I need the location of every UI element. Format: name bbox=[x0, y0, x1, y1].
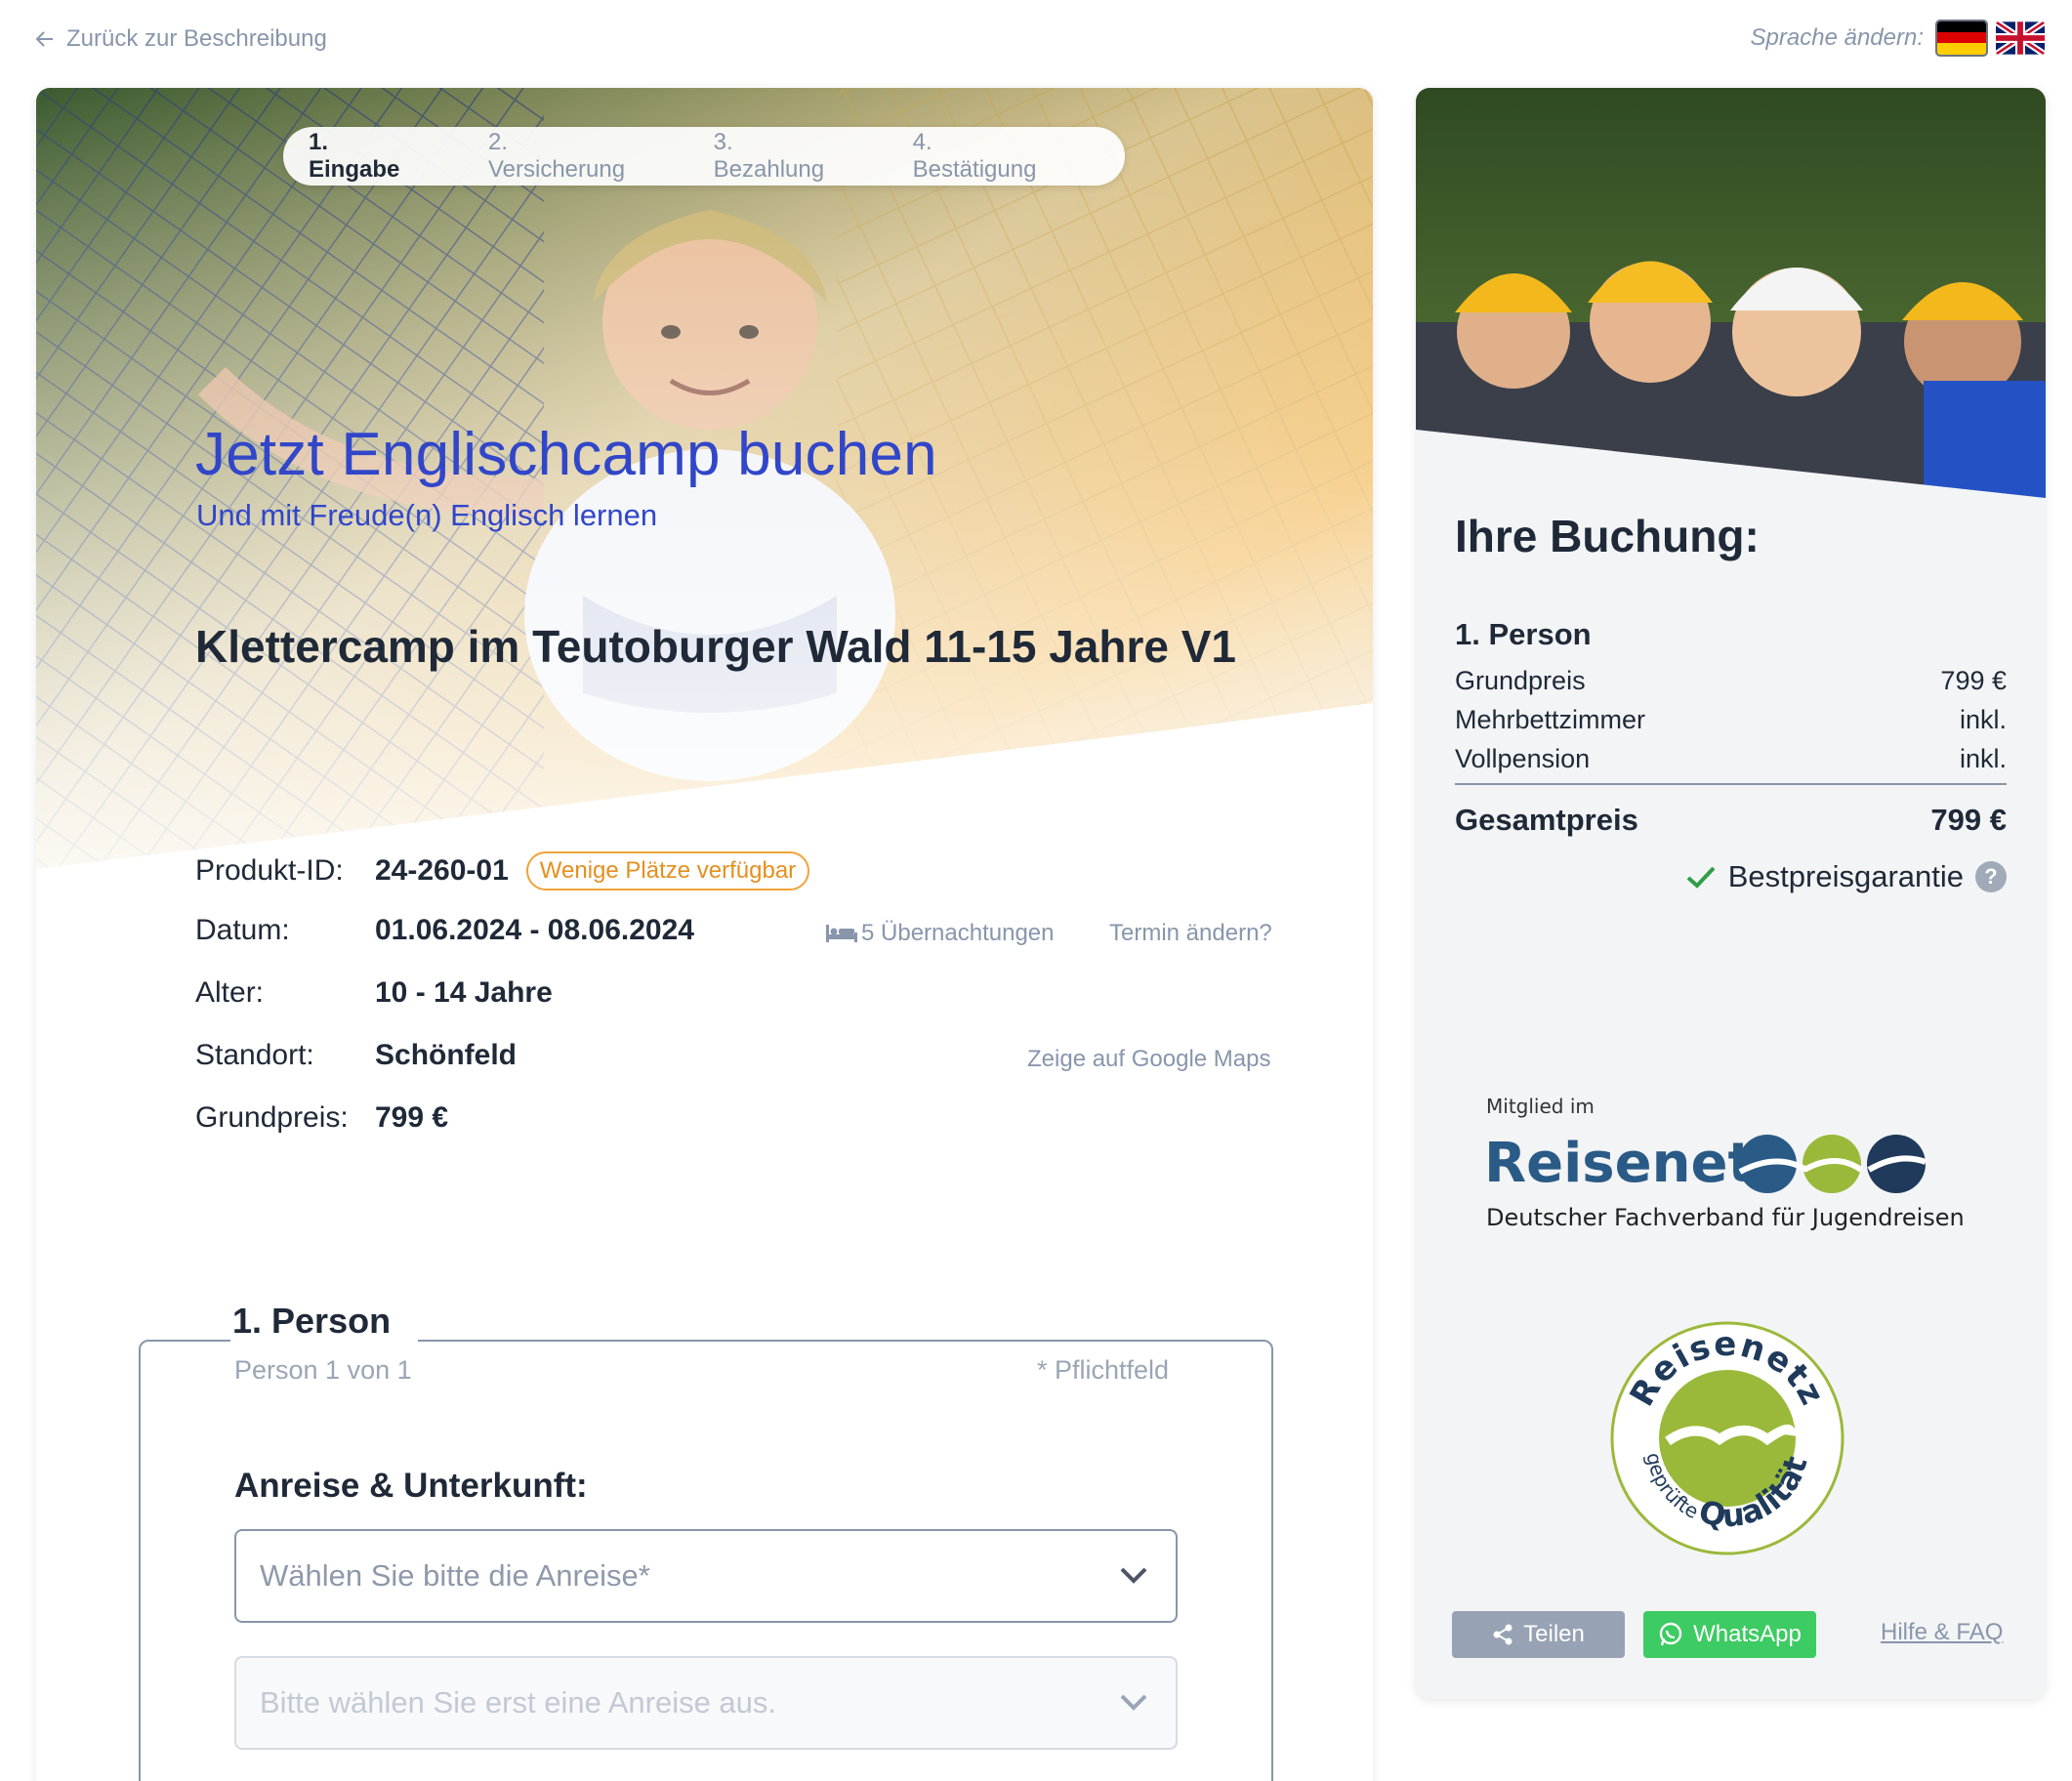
hero-title: Jetzt Englischcamp buchen bbox=[195, 421, 937, 488]
share-button-label: Teilen bbox=[1523, 1621, 1585, 1647]
google-maps-link[interactable]: Zeige auf Google Maps bbox=[1027, 1046, 1270, 1073]
summary-line: Mehrbettzimmer inkl. bbox=[1455, 705, 2007, 735]
product-id-row: Produkt-ID: 24-260-01 Wenige Plätze verf… bbox=[195, 851, 810, 890]
date-label: Datum: bbox=[195, 914, 290, 946]
required-note: * Pflichtfeld bbox=[1037, 1355, 1170, 1385]
total-value: 799 € bbox=[1930, 803, 2007, 837]
whatsapp-button[interactable]: WhatsApp bbox=[1643, 1611, 1816, 1658]
price-row: Grundpreis: 799 € bbox=[195, 1101, 448, 1135]
logo-tagline-text: Deutscher Fachverband für Jugendreisen bbox=[1486, 1204, 1965, 1231]
hero-subtitle: Und mit Freude(n) Englisch lernen bbox=[196, 498, 658, 532]
accommodation-select[interactable]: Bitte wählen Sie erst eine Anreise aus. bbox=[234, 1656, 1178, 1750]
step-input[interactable]: 1. Eingabe bbox=[309, 129, 426, 184]
summary-line-value: 799 € bbox=[1940, 666, 2007, 695]
quality-seal: Reisenetz geprüfte Qualität bbox=[1607, 1318, 1847, 1558]
share-button[interactable]: Teilen bbox=[1452, 1611, 1625, 1658]
product-id-value: 24-260-01 bbox=[375, 854, 509, 887]
booking-summary-card: Ihre Buchung: 1. Person Grundpreis 799 €… bbox=[1416, 88, 2046, 1699]
date-value: 01.06.2024 - 08.06.2024 bbox=[375, 914, 694, 946]
summary-line: Vollpension inkl. bbox=[1455, 744, 2007, 774]
person-counter: Person 1 von 1 bbox=[234, 1355, 412, 1385]
availability-badge: Wenige Plätze verfügbar bbox=[525, 851, 810, 890]
summary-line-value: inkl. bbox=[1959, 744, 2007, 773]
nights-label: 5 Übernachtungen bbox=[861, 920, 1055, 946]
guarantee-label: Bestpreisgarantie bbox=[1727, 859, 1964, 893]
location-row: Standort: Schönfeld bbox=[195, 1039, 517, 1072]
language-switcher: Sprache ändern: bbox=[1750, 20, 2045, 57]
change-date-link[interactable]: Termin ändern? bbox=[1109, 920, 1272, 947]
product-title: Klettercamp im Teutoburger Wald 11-15 Ja… bbox=[195, 621, 1236, 672]
step-insurance[interactable]: 2. Versicherung bbox=[488, 129, 651, 184]
back-link[interactable]: Zurück zur Beschreibung bbox=[33, 25, 327, 53]
arrival-select-placeholder: Wählen Sie bitte die Anreise* bbox=[260, 1558, 650, 1593]
booking-stepper: 1. Eingabe 2. Versicherung 3. Bezahlung … bbox=[283, 127, 1125, 186]
accommodation-select-placeholder: Bitte wählen Sie erst eine Anreise aus. bbox=[260, 1685, 777, 1719]
logo-small-text: Mitglied im bbox=[1486, 1095, 1595, 1118]
uk-flag-icon[interactable] bbox=[1996, 21, 2045, 55]
best-price-guarantee: Bestpreisgarantie ? bbox=[1685, 859, 2007, 894]
back-link-label: Zurück zur Beschreibung bbox=[66, 25, 327, 52]
price-value: 799 € bbox=[375, 1101, 449, 1134]
help-faq-link[interactable]: Hilfe & FAQ bbox=[1881, 1619, 2003, 1646]
chevron-down-icon bbox=[1120, 1694, 1147, 1711]
step-payment[interactable]: 3. Bezahlung bbox=[714, 129, 850, 184]
whatsapp-button-label: WhatsApp bbox=[1693, 1621, 1802, 1647]
help-circle-icon[interactable]: ? bbox=[1975, 861, 2007, 892]
step-confirmation[interactable]: 4. Bestätigung bbox=[913, 129, 1062, 184]
age-label: Alter: bbox=[195, 976, 265, 1009]
reisenetz-member-logo: Mitglied im Reisenetz Deutscher Fachverb… bbox=[1484, 1084, 1992, 1250]
chevron-down-icon bbox=[1120, 1567, 1147, 1584]
location-label: Standort: bbox=[195, 1039, 314, 1071]
summary-line: Grundpreis 799 € bbox=[1455, 666, 2007, 696]
group-photo bbox=[1416, 88, 2046, 498]
summary-line-label: Mehrbettzimmer bbox=[1455, 705, 1646, 734]
bed-icon bbox=[826, 925, 857, 942]
summary-person: 1. Person bbox=[1455, 617, 1592, 651]
summary-total: Gesamtpreis 799 € bbox=[1455, 803, 2007, 838]
share-icon bbox=[1493, 1624, 1513, 1645]
german-flag-icon[interactable] bbox=[1935, 20, 1988, 57]
summary-line-label: Vollpension bbox=[1455, 744, 1591, 773]
whatsapp-icon bbox=[1659, 1622, 1682, 1646]
person-title: 1. Person bbox=[230, 1301, 419, 1342]
nights-info: 5 Übernachtungen bbox=[826, 920, 1054, 947]
price-label: Grundpreis: bbox=[195, 1101, 349, 1134]
age-row: Alter: 10 - 14 Jahre bbox=[195, 976, 553, 1010]
arrival-select[interactable]: Wählen Sie bitte die Anreise* bbox=[234, 1529, 1178, 1623]
summary-line-label: Grundpreis bbox=[1455, 666, 1586, 695]
location-value: Schönfeld bbox=[375, 1039, 518, 1071]
arrow-left-icon bbox=[35, 31, 53, 47]
summary-divider bbox=[1455, 783, 2007, 785]
date-row: Datum: 01.06.2024 - 08.06.2024 bbox=[195, 914, 694, 947]
summary-line-value: inkl. bbox=[1959, 705, 2007, 734]
product-id-label: Produkt-ID: bbox=[195, 854, 344, 887]
age-value: 10 - 14 Jahre bbox=[375, 976, 553, 1009]
arrival-section-title: Anreise & Unterkunft: bbox=[234, 1467, 588, 1505]
language-label: Sprache ändern: bbox=[1750, 24, 1924, 51]
summary-title: Ihre Buchung: bbox=[1455, 511, 1760, 561]
check-icon bbox=[1686, 866, 1716, 889]
total-label: Gesamtpreis bbox=[1455, 803, 1638, 837]
